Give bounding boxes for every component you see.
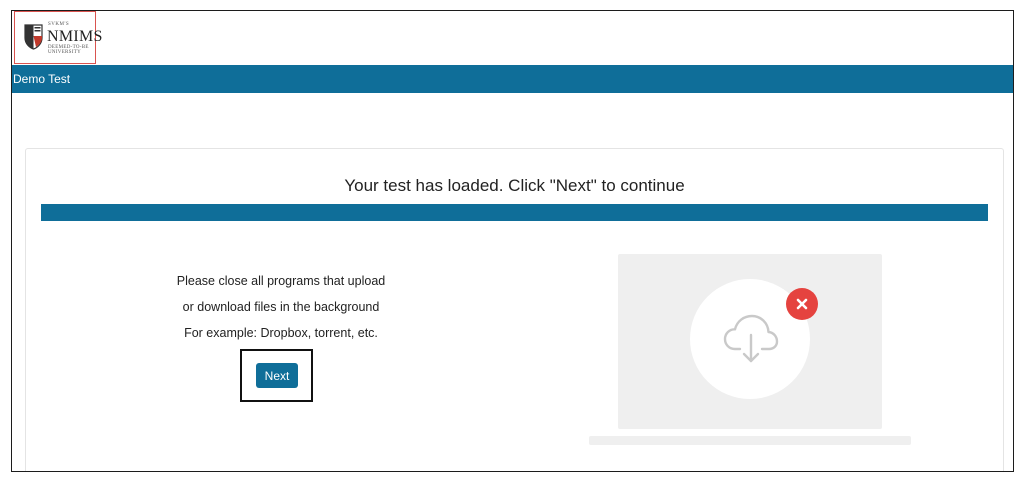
instruction-line: For example: Dropbox, torrent, etc. [184,326,378,340]
app-window: SVKM'S NMIMS DEEMED-TO-BE UNIVERSITY Dem… [11,10,1014,472]
page-title: Demo Test [13,72,71,86]
test-loaded-panel: Your test has loaded. Click "Next" to co… [25,148,1004,471]
illustration-base [589,436,911,445]
title-bar: Demo Test [12,65,1013,93]
panel-heading: Your test has loaded. Click "Next" to co… [344,176,685,195]
instruction-line: or download files in the background [182,300,380,314]
shield-icon [24,24,43,50]
cloud-download-icon [723,314,779,363]
logo-subtitle: DEEMED-TO-BE UNIVERSITY [48,45,89,55]
heading-divider [41,204,988,221]
instruction-line: Please close all programs that upload [176,274,386,288]
error-badge [786,288,818,320]
close-icon [796,298,808,310]
nmims-logo: SVKM'S NMIMS DEEMED-TO-BE UNIVERSITY [14,11,102,64]
logo-name: NMIMS [47,28,103,45]
next-button-highlight: Next [240,349,313,402]
instructions: Please close all programs that upload or… [131,268,431,346]
logo-small-text: SVKM'S [48,22,70,27]
next-button[interactable]: Next [256,363,298,388]
